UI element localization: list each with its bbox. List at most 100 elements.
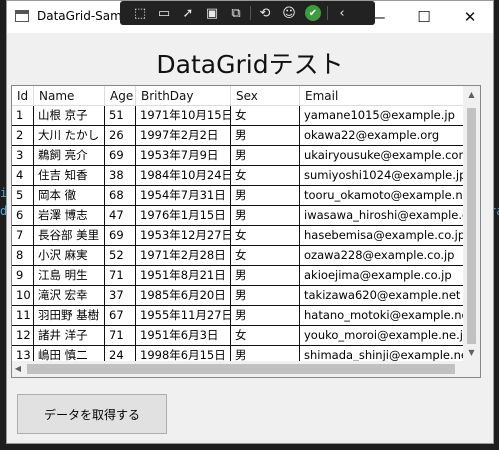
checkmark-icon[interactable]: ✔ (305, 5, 321, 21)
data-grid[interactable]: Id Name Age BrithDay Sex Email 1 山根 京子 51 1971年1… (11, 85, 481, 378)
table-cell[interactable]: 住吉 知香 (34, 166, 105, 186)
table-cell[interactable]: ozawa228@example.co.jp (300, 246, 475, 266)
table-cell[interactable]: hatano_motoki@example.net (300, 306, 475, 326)
table-cell[interactable]: 1954年7月31日 (136, 186, 231, 206)
table-cell[interactable]: youko_moroi@example.ne.jp (300, 326, 475, 346)
horizontal-scrollbar[interactable]: ◀ ▶ (12, 361, 480, 377)
table-cell[interactable]: 男 (231, 146, 300, 166)
column-header[interactable]: BrithDay (136, 86, 231, 106)
pointer-icon[interactable]: ➚ (176, 3, 200, 23)
table-cell[interactable]: 女 (231, 106, 300, 126)
column-header[interactable]: Id (12, 86, 34, 106)
table-cell[interactable]: 1953年12月27日 (136, 226, 231, 246)
table-row[interactable]: 1 山根 京子 51 1971年10月15日女 yamane1015@example.j… (12, 106, 475, 126)
table-cell[interactable]: yamane1015@example.jp (300, 106, 475, 126)
column-header[interactable]: Email (300, 86, 475, 106)
table-cell[interactable]: 1955年11月27日 (136, 306, 231, 326)
table-cell[interactable]: 諸井 洋子 (34, 326, 105, 346)
table-cell[interactable]: 47 (105, 206, 136, 226)
scroll-up-icon[interactable]: ▲ (463, 90, 480, 99)
table-cell[interactable]: 長谷部 美里 (34, 226, 105, 246)
table-cell[interactable]: 68 (105, 186, 136, 206)
table-cell[interactable]: 10 (12, 286, 34, 306)
table-cell[interactable]: 1984年10月24日 (136, 166, 231, 186)
table-cell[interactable]: 女 (231, 166, 300, 186)
fetch-data-button[interactable]: データを取得する (17, 394, 167, 434)
table-cell[interactable]: 69 (105, 146, 136, 166)
table-cell[interactable]: 男 (231, 206, 300, 226)
table-cell[interactable]: iwasawa_hiroshi@example.com (300, 206, 475, 226)
table-cell[interactable]: 1997年2月2日 (136, 126, 231, 146)
table-cell[interactable]: takizawa620@example.net (300, 286, 475, 306)
table-cell[interactable]: 1985年6月20日 (136, 286, 231, 306)
table-cell[interactable]: 滝沢 宏幸 (34, 286, 105, 306)
select-element-icon[interactable]: ⬚ (128, 3, 152, 23)
table-row[interactable]: 7 長谷部 美里 69 1953年12月27日女 hasebemisa@example.… (12, 226, 475, 246)
table-row[interactable]: 6 岩澤 博志 47 1976年1月15日男 iwasawa_hiroshi@examp… (12, 206, 475, 226)
vertical-scroll-thumb[interactable] (467, 108, 476, 344)
table-cell[interactable]: tooru_okamoto@example.ne.jp (300, 186, 475, 206)
table-cell[interactable]: 4 (12, 166, 34, 186)
table-cell[interactable]: 1971年2月28日 (136, 246, 231, 266)
table-cell[interactable]: hasebemisa@example.co.jp (300, 226, 475, 246)
table-row[interactable]: 11 羽田野 基樹 67 1955年11月27日男 hatano_motoki@exam… (12, 306, 475, 326)
table-row[interactable]: 10 滝沢 宏幸 37 1985年6月20日男 takizawa620@example.… (12, 286, 475, 306)
maximize-button[interactable]: ☐ (401, 1, 447, 33)
table-cell[interactable]: 26 (105, 126, 136, 146)
table-cell[interactable]: 12 (12, 326, 34, 346)
table-cell[interactable]: 7 (12, 226, 34, 246)
table-cell[interactable]: 9 (12, 266, 34, 286)
table-cell[interactable]: 51 (105, 106, 136, 126)
vertical-scrollbar[interactable]: ▲ ▼ (463, 86, 480, 361)
table-cell[interactable]: sumiyoshi1024@example.jp (300, 166, 475, 186)
table-row[interactable]: 9 江島 明生 71 1951年8月21日男 akioejima@example.co.… (12, 266, 475, 286)
table-cell[interactable]: 5 (12, 186, 34, 206)
table-cell[interactable]: 女 (231, 246, 300, 266)
table-cell[interactable]: akioejima@example.co.jp (300, 266, 475, 286)
table-cell[interactable]: 岡本 徹 (34, 186, 105, 206)
horizontal-scroll-thumb[interactable] (27, 364, 455, 374)
table-cell[interactable]: 71 (105, 326, 136, 346)
table-cell[interactable]: 1976年1月15日 (136, 206, 231, 226)
accessibility-icon[interactable]: ☺ (277, 3, 301, 23)
column-header[interactable]: Age (105, 86, 136, 106)
table-cell[interactable]: 1953年7月9日 (136, 146, 231, 166)
table-cell[interactable]: 江島 明生 (34, 266, 105, 286)
table-cell[interactable]: okawa22@example.org (300, 126, 475, 146)
table-cell[interactable]: 71 (105, 266, 136, 286)
table-cell[interactable]: 69 (105, 226, 136, 246)
table-cell[interactable]: 6 (12, 206, 34, 226)
column-header[interactable]: Sex (231, 86, 300, 106)
column-header[interactable]: Name (34, 86, 105, 106)
table-cell[interactable]: 1951年8月21日 (136, 266, 231, 286)
track-focus-icon[interactable]: ⧉ (224, 3, 248, 23)
table-cell[interactable]: 大川 たかし (34, 126, 105, 146)
table-cell[interactable]: 8 (12, 246, 34, 266)
table-cell[interactable]: 男 (231, 186, 300, 206)
table-cell[interactable]: 羽田野 基樹 (34, 306, 105, 326)
table-row[interactable]: 3 鵜飼 亮介 69 1953年7月9日男 ukairyousuke@example.c… (12, 146, 475, 166)
table-cell[interactable]: 女 (231, 326, 300, 346)
table-cell[interactable]: 男 (231, 286, 300, 306)
table-cell[interactable]: 38 (105, 166, 136, 186)
table-cell[interactable]: 1951年6月3日 (136, 326, 231, 346)
table-cell[interactable]: 男 (231, 306, 300, 326)
table-cell[interactable]: 女 (231, 226, 300, 246)
table-cell[interactable]: 3 (12, 146, 34, 166)
table-cell[interactable]: ukairyousuke@example.com (300, 146, 475, 166)
scroll-down-icon[interactable]: ▼ (463, 348, 480, 357)
table-cell[interactable]: 岩澤 博志 (34, 206, 105, 226)
table-cell[interactable]: 男 (231, 266, 300, 286)
video-icon[interactable]: ▭ (152, 3, 176, 23)
table-cell[interactable]: 1971年10月15日 (136, 106, 231, 126)
display-layout-icon[interactable]: ▣ (200, 3, 224, 23)
table-row[interactable]: 2 大川 たかし 26 1997年2月2日男 okawa22@example.org (12, 126, 475, 146)
close-button[interactable]: ✕ (447, 1, 493, 33)
table-cell[interactable]: 男 (231, 126, 300, 146)
table-row[interactable]: 8 小沢 麻実 52 1971年2月28日女 ozawa228@example.co.j… (12, 246, 475, 266)
table-cell[interactable]: 11 (12, 306, 34, 326)
table-row[interactable]: 5 岡本 徹 68 1954年7月31日男 tooru_okamoto@example.… (12, 186, 475, 206)
table-row[interactable]: 4 住吉 知香 38 1984年10月24日女 sumiyoshi1024@exampl… (12, 166, 475, 186)
table-row[interactable]: 12 諸井 洋子 71 1951年6月3日女 youko_moroi@example.n… (12, 326, 475, 346)
table-cell[interactable]: 52 (105, 246, 136, 266)
